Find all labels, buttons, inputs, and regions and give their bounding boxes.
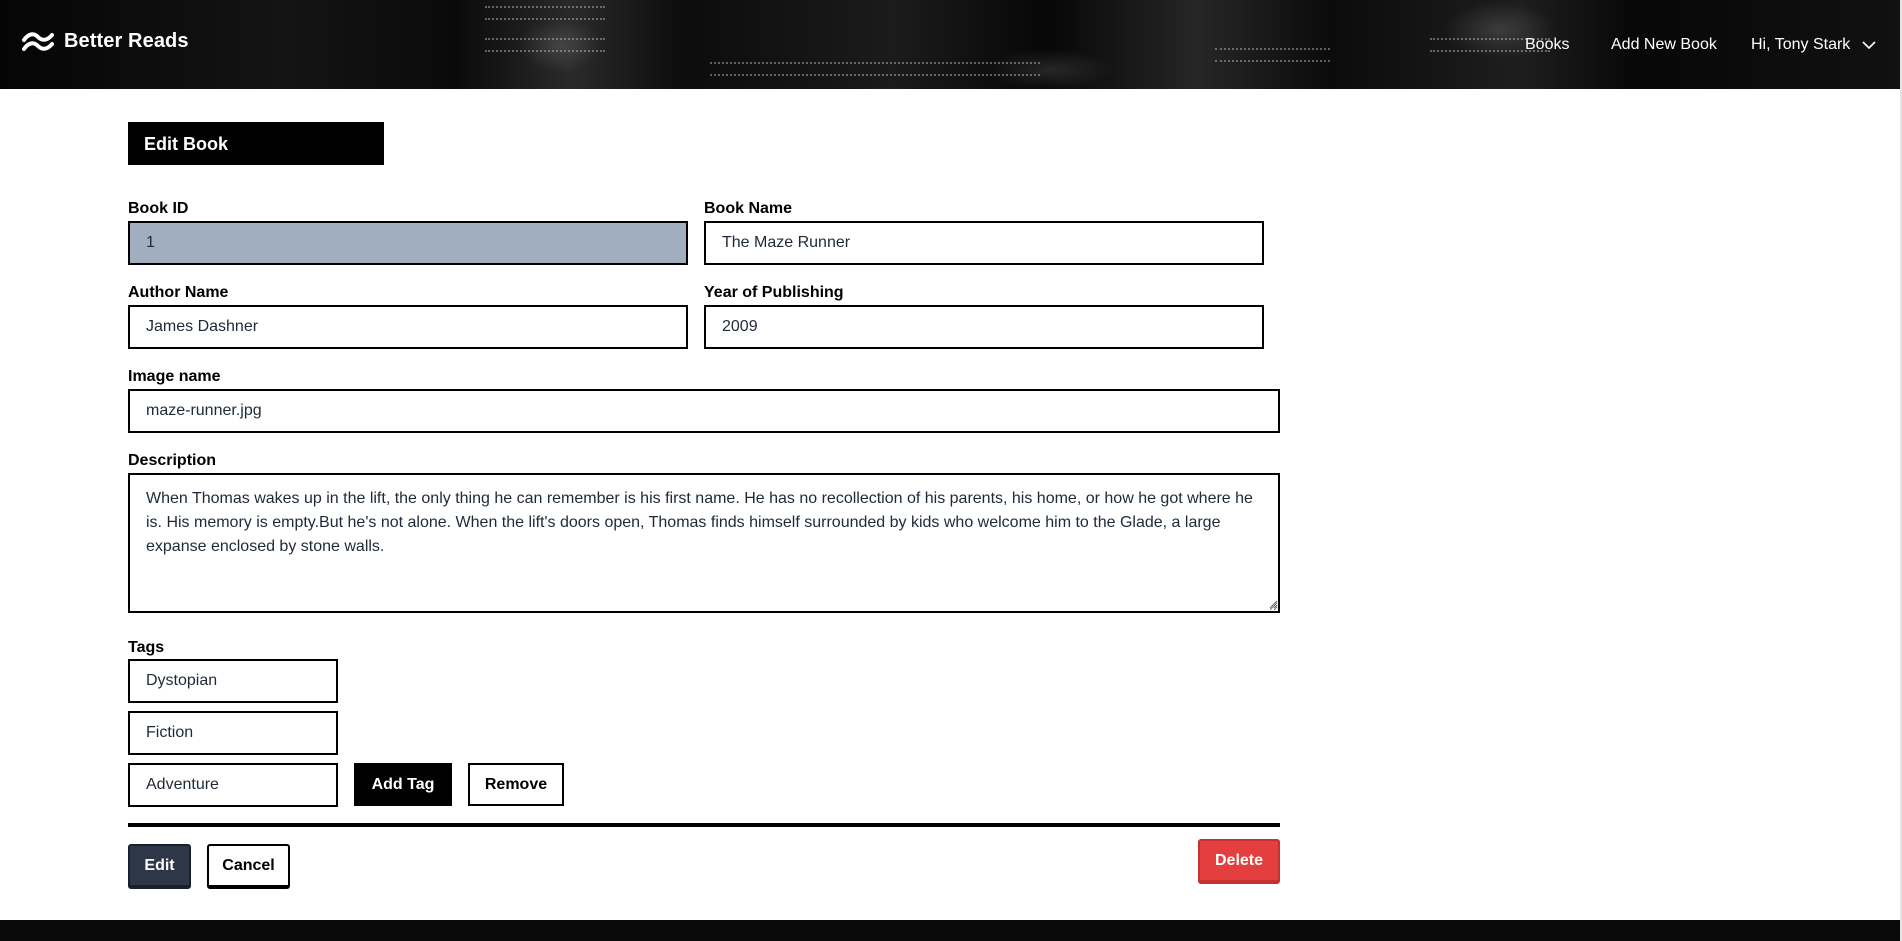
edit-button[interactable]: Edit [128, 844, 191, 889]
add-tag-button[interactable]: Add Tag [354, 763, 452, 806]
chevron-down-icon [1862, 40, 1876, 50]
decorative-ornament [1215, 48, 1330, 62]
top-navbar: Better Reads Books Add New Book Hi, Tony… [0, 0, 1902, 89]
image-name-field[interactable] [128, 389, 1280, 433]
tags-label: Tags [128, 639, 165, 656]
page-title: Edit Book [128, 122, 384, 165]
decorative-ornament [485, 38, 605, 52]
year-of-publishing-field[interactable] [704, 305, 1264, 349]
form-divider [128, 823, 1280, 827]
description-textarea[interactable]: When Thomas wakes up in the lift, the on… [128, 473, 1280, 613]
tag-input[interactable] [128, 763, 338, 807]
nav-add-new-book-link[interactable]: Add New Book [1611, 36, 1717, 54]
author-name-label: Author Name [128, 284, 229, 301]
book-id-field[interactable] [128, 221, 688, 265]
author-name-field[interactable] [128, 305, 688, 349]
decorative-ornament [710, 62, 1040, 76]
nav-books-link[interactable]: Books [1525, 36, 1569, 54]
book-name-label: Book Name [704, 200, 793, 217]
image-name-label: Image name [128, 368, 221, 385]
decorative-ornament [485, 6, 605, 20]
resize-handle-icon[interactable] [1268, 599, 1278, 609]
brand-link[interactable]: Better Reads [22, 30, 189, 53]
book-id-label: Book ID [128, 200, 189, 217]
user-greeting: Hi, Tony Stark [1751, 36, 1851, 53]
wave-logo-icon [22, 31, 54, 53]
user-menu[interactable]: Hi, Tony Stark [1751, 36, 1876, 54]
year-label: Year of Publishing [704, 284, 844, 301]
description-label: Description [128, 452, 217, 469]
tag-input[interactable] [128, 659, 338, 703]
footer-bar [0, 920, 1902, 941]
remove-tag-button[interactable]: Remove [468, 763, 564, 806]
brand-name: Better Reads [64, 30, 189, 52]
delete-button[interactable]: Delete [1198, 839, 1280, 884]
tag-input[interactable] [128, 711, 338, 755]
cancel-button[interactable]: Cancel [207, 844, 290, 889]
book-name-field[interactable] [704, 221, 1264, 265]
